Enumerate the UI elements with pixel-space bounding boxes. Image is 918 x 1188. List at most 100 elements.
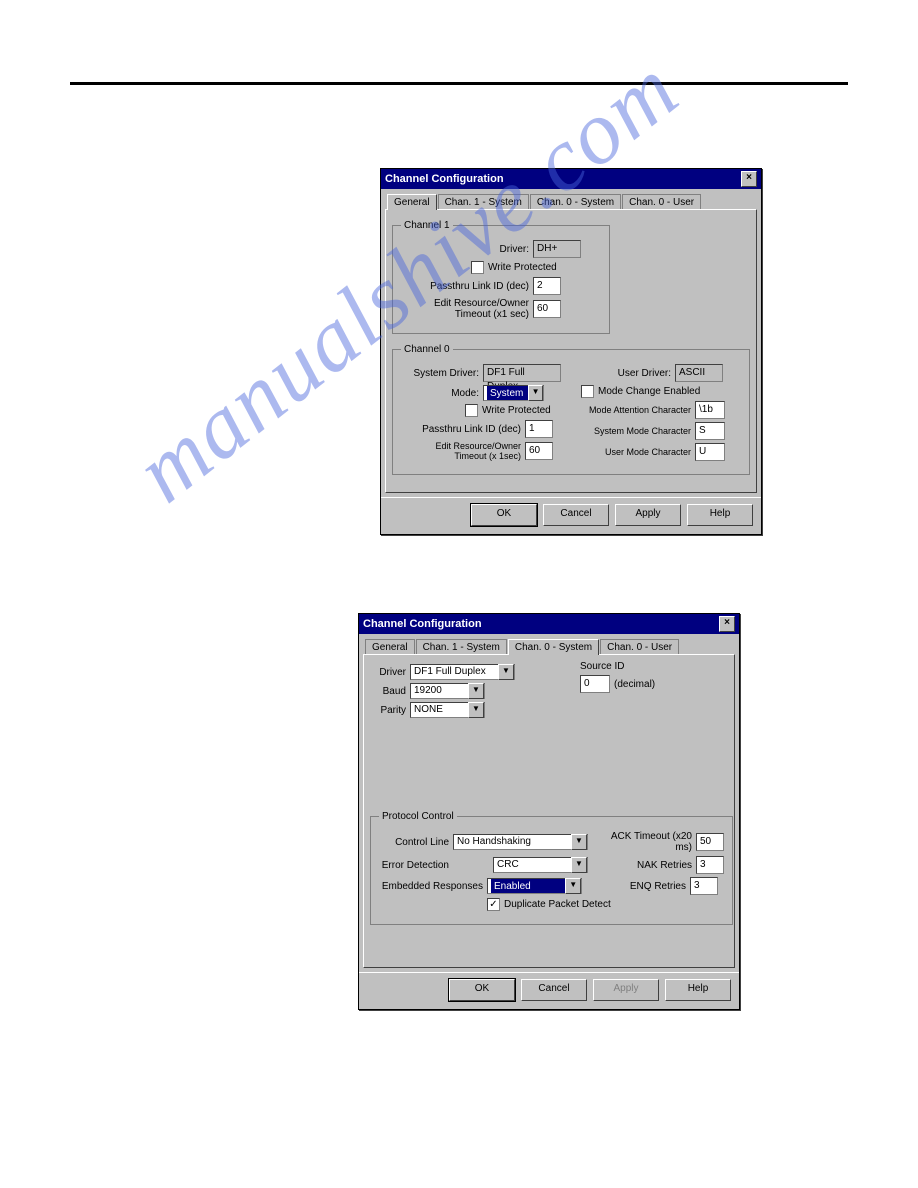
timeout-field-0[interactable]: 60 bbox=[525, 442, 553, 460]
driver-value: DF1 Full Duplex bbox=[414, 665, 486, 679]
driver-field: DH+ bbox=[533, 240, 581, 258]
cancel-button[interactable]: Cancel bbox=[521, 979, 587, 1001]
tab-chan0-user[interactable]: Chan. 0 - User bbox=[600, 639, 679, 655]
dialog-title: Channel Configuration bbox=[385, 173, 504, 185]
tab-chan1-system[interactable]: Chan. 1 - System bbox=[438, 194, 529, 210]
mode-label: Mode: bbox=[401, 388, 479, 399]
passthru-label-0: Passthru Link ID (dec) bbox=[401, 424, 521, 435]
mode-change-checkbox[interactable] bbox=[581, 385, 594, 398]
sysmode-label: System Mode Character bbox=[581, 426, 691, 436]
write-protected-label: Write Protected bbox=[488, 262, 557, 273]
user-driver-label: User Driver: bbox=[581, 368, 671, 379]
apply-button[interactable]: Apply bbox=[615, 504, 681, 526]
control-line-value: No Handshaking bbox=[457, 835, 531, 849]
write-protected-checkbox[interactable] bbox=[471, 261, 484, 274]
parity-value: NONE bbox=[414, 703, 443, 717]
tab-chan0-user[interactable]: Chan. 0 - User bbox=[622, 194, 701, 210]
tab-panel-chan0-system: Driver DF1 Full Duplex ▼ Baud 19200 ▼ Pa… bbox=[363, 654, 735, 968]
driver-label: Driver: bbox=[401, 244, 529, 255]
error-detection-value: CRC bbox=[497, 858, 519, 872]
error-detection-select[interactable]: CRC ▼ bbox=[493, 857, 588, 873]
tab-chan1-system[interactable]: Chan. 1 - System bbox=[416, 639, 507, 655]
parity-select[interactable]: NONE ▼ bbox=[410, 702, 485, 718]
titlebar: Channel Configuration × bbox=[359, 614, 739, 634]
ack-timeout-label: ACK Timeout (x20 ms) bbox=[592, 831, 692, 853]
page-horizontal-rule bbox=[70, 82, 848, 85]
timeout-label-0: Edit Resource/Owner Timeout (x 1sec) bbox=[401, 441, 521, 461]
baud-select[interactable]: 19200 ▼ bbox=[410, 683, 485, 699]
passthru-field[interactable]: 2 bbox=[533, 277, 561, 295]
close-icon[interactable]: × bbox=[741, 171, 757, 187]
driver-select[interactable]: DF1 Full Duplex ▼ bbox=[410, 664, 515, 680]
dialog-title: Channel Configuration bbox=[363, 618, 482, 630]
tab-row: General Chan. 1 - System Chan. 0 - Syste… bbox=[381, 189, 761, 209]
error-detection-label: Error Detection bbox=[379, 860, 449, 871]
duplicate-packet-checkbox[interactable]: ✓ bbox=[487, 898, 500, 911]
channel-config-dialog-chan0-system: Channel Configuration × General Chan. 1 … bbox=[358, 613, 740, 1010]
tab-general[interactable]: General bbox=[387, 194, 437, 210]
timeout-field[interactable]: 60 bbox=[533, 300, 561, 318]
help-button[interactable]: Help bbox=[687, 504, 753, 526]
passthru-field-0[interactable]: 1 bbox=[525, 420, 553, 438]
write-protected-label-0: Write Protected bbox=[482, 405, 551, 416]
protocol-control-group: Protocol Control Control Line No Handsha… bbox=[370, 811, 733, 925]
usermode-field[interactable]: U bbox=[695, 443, 725, 461]
mode-value: System bbox=[487, 386, 528, 400]
timeout-label: Edit Resource/Owner Timeout (x1 sec) bbox=[401, 298, 529, 320]
control-line-label: Control Line bbox=[379, 837, 449, 848]
chevron-down-icon: ▼ bbox=[571, 834, 587, 850]
ok-button[interactable]: OK bbox=[449, 979, 515, 1001]
channel0-legend: Channel 0 bbox=[401, 344, 453, 355]
channel1-legend: Channel 1 bbox=[401, 220, 453, 231]
chevron-down-icon: ▼ bbox=[528, 385, 543, 401]
source-id-label: Source ID bbox=[580, 661, 728, 672]
nak-label: NAK Retries bbox=[592, 860, 692, 871]
control-line-select[interactable]: No Handshaking ▼ bbox=[453, 834, 588, 850]
chevron-down-icon: ▼ bbox=[468, 702, 484, 718]
embedded-select[interactable]: Enabled ▼ bbox=[487, 878, 582, 894]
system-driver-label: System Driver: bbox=[401, 368, 479, 379]
attention-field[interactable]: \1b bbox=[695, 401, 725, 419]
titlebar: Channel Configuration × bbox=[381, 169, 761, 189]
baud-value: 19200 bbox=[414, 684, 442, 698]
chevron-down-icon: ▼ bbox=[498, 664, 514, 680]
source-id-field[interactable]: 0 bbox=[580, 675, 610, 693]
chevron-down-icon: ▼ bbox=[571, 857, 587, 873]
help-button[interactable]: Help bbox=[665, 979, 731, 1001]
close-icon[interactable]: × bbox=[719, 616, 735, 632]
sysmode-field[interactable]: S bbox=[695, 422, 725, 440]
baud-label: Baud bbox=[370, 686, 406, 697]
parity-label: Parity bbox=[370, 705, 406, 716]
chevron-down-icon: ▼ bbox=[468, 683, 484, 699]
system-driver-field: DF1 Full Duplex bbox=[483, 364, 561, 382]
tab-panel-general: Channel 1 Driver: DH+ Write Protected Pa… bbox=[385, 209, 757, 493]
channel0-group: Channel 0 System Driver: DF1 Full Duplex… bbox=[392, 344, 750, 475]
write-protected-checkbox-0[interactable] bbox=[465, 404, 478, 417]
passthru-label: Passthru Link ID (dec) bbox=[401, 281, 529, 292]
duplicate-packet-label: Duplicate Packet Detect bbox=[504, 899, 611, 910]
cancel-button[interactable]: Cancel bbox=[543, 504, 609, 526]
embedded-value: Enabled bbox=[491, 879, 565, 893]
apply-button[interactable]: Apply bbox=[593, 979, 659, 1001]
protocol-legend: Protocol Control bbox=[379, 811, 457, 822]
channel1-group: Channel 1 Driver: DH+ Write Protected Pa… bbox=[392, 220, 610, 334]
source-id-unit: (decimal) bbox=[614, 679, 655, 690]
button-row: OK Cancel Apply Help bbox=[381, 497, 761, 534]
chevron-down-icon: ▼ bbox=[565, 878, 581, 894]
driver-label: Driver bbox=[370, 667, 406, 678]
attention-label: Mode Attention Character bbox=[581, 405, 691, 415]
usermode-label: User Mode Character bbox=[581, 447, 691, 457]
enq-label: ENQ Retries bbox=[586, 881, 686, 892]
enq-field[interactable]: 3 bbox=[690, 877, 718, 895]
tab-general[interactable]: General bbox=[365, 639, 415, 655]
tab-chan0-system[interactable]: Chan. 0 - System bbox=[530, 194, 621, 210]
ack-timeout-field[interactable]: 50 bbox=[696, 833, 724, 851]
nak-field[interactable]: 3 bbox=[696, 856, 724, 874]
channel-config-dialog-general: Channel Configuration × General Chan. 1 … bbox=[380, 168, 762, 535]
embedded-label: Embedded Responses bbox=[379, 881, 483, 892]
ok-button[interactable]: OK bbox=[471, 504, 537, 526]
user-driver-field: ASCII bbox=[675, 364, 723, 382]
tab-chan0-system[interactable]: Chan. 0 - System bbox=[508, 639, 599, 655]
mode-change-label: Mode Change Enabled bbox=[598, 386, 700, 397]
mode-select[interactable]: System ▼ bbox=[483, 385, 544, 401]
